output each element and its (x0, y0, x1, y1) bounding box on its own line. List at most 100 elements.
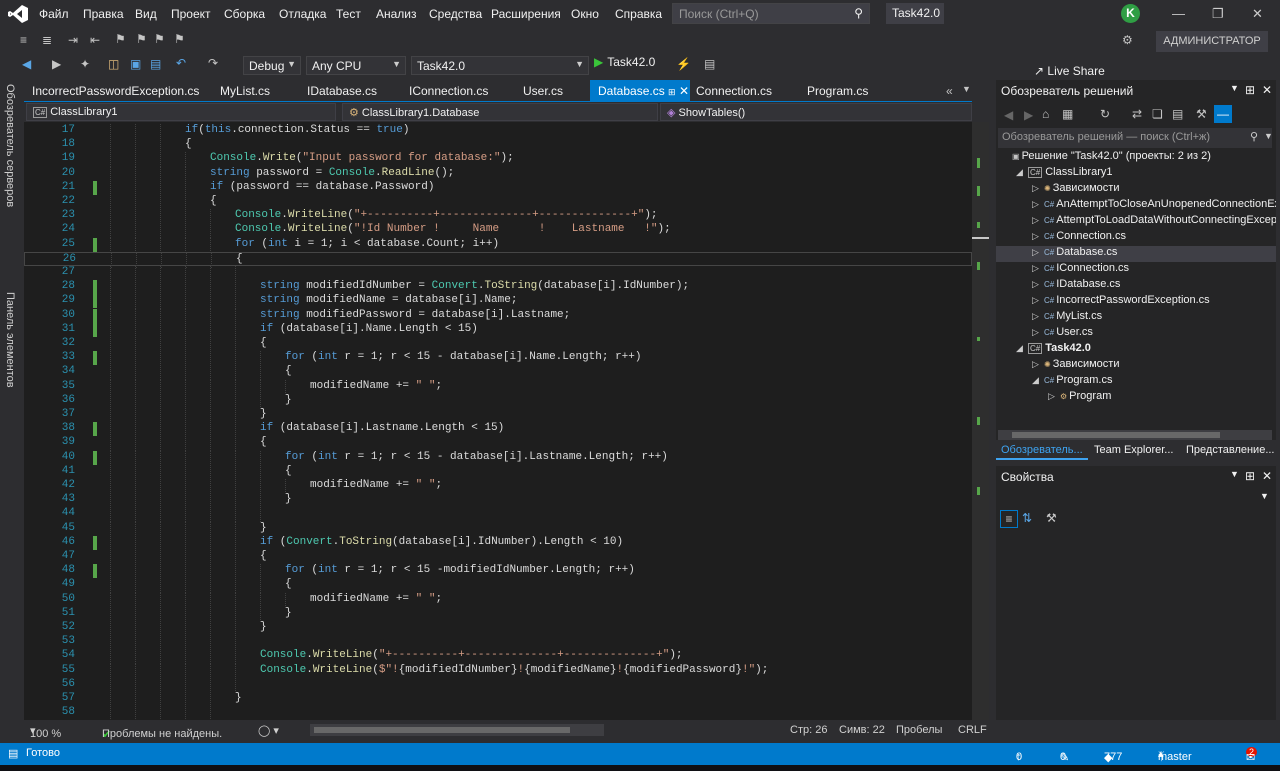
expander-icon[interactable]: ▷ (1032, 215, 1044, 226)
expander-icon[interactable]: ▷ (1032, 279, 1044, 290)
code-line[interactable]: 51} (24, 606, 972, 622)
undo-icon[interactable]: ↶ (176, 56, 186, 70)
code-line[interactable]: 48 for (int r = 1; r < 15 -modifiedIdNumb… (24, 564, 972, 580)
quick-launch-search-input[interactable]: Поиск (Ctrl+Q) ⚲ (672, 3, 870, 24)
code-line[interactable]: 38 if (database[i].Lastname.Length < 15) (24, 422, 972, 438)
outdent-icon[interactable]: ⇤ (90, 33, 100, 47)
code-line[interactable]: 19 Console.Write("Input password for data… (24, 152, 972, 168)
expander-icon[interactable]: ◢ (1032, 375, 1044, 386)
save-icon[interactable]: ▣ (130, 57, 141, 71)
tree-item[interactable]: ▷ ✺ Зависимости (996, 358, 1276, 374)
doc-tab[interactable]: Connection.cs (688, 80, 780, 102)
menu-edit[interactable]: Правка (83, 7, 124, 21)
expander-icon[interactable]: ▷ (1048, 391, 1060, 402)
start-debug-button[interactable]: ▶ Task42.0 (594, 55, 655, 69)
expander-icon[interactable]: ▷ (1032, 199, 1044, 210)
sync-icon[interactable]: ⇄ (1132, 107, 1142, 121)
menu-window[interactable]: Окно (571, 7, 599, 21)
indent-icon[interactable]: ⇥ (68, 33, 78, 47)
tree-item[interactable]: ▷ C# AttemptToLoadDataWithoutConnectingExc… (996, 214, 1276, 230)
code-line[interactable]: 23 Console.WriteLine("+----------+-------… (24, 209, 972, 225)
notifications-indicator[interactable]: ✉ 2 (1246, 747, 1258, 764)
code-line[interactable]: 22 { (24, 195, 972, 210)
tree-item[interactable]: ▷ C# Database.cs (996, 246, 1276, 262)
code-line[interactable]: 39 { (24, 436, 972, 452)
doc-tab[interactable]: Program.cs (799, 80, 876, 102)
close-icon[interactable]: ✕ (1252, 6, 1263, 22)
code-line[interactable]: 32 { (24, 337, 972, 352)
menu-file[interactable]: Файл (39, 7, 69, 21)
expander-icon[interactable]: ▷ (1032, 327, 1044, 338)
code-line[interactable]: 26 { (24, 251, 972, 268)
code-line[interactable]: 41 { (24, 464, 972, 480)
code-line[interactable]: 20 string password = Console.ReadLine(); (24, 166, 972, 182)
code-line[interactable]: 31 if (database[i].Name.Length < 15) (24, 322, 972, 338)
doc-tab[interactable]: IncorrectPasswordException.cs (24, 80, 207, 102)
zoom-select[interactable]: 100 % ▾ (30, 724, 61, 740)
menu-analyze[interactable]: Анализ (376, 7, 417, 21)
code-line[interactable]: 17 if(this.connection.Status == true) (24, 124, 972, 139)
tree-item[interactable]: ▷ C# MyList.cs (996, 310, 1276, 326)
menu-view[interactable]: Вид (135, 7, 157, 21)
properties-icon[interactable]: ⚒ (1196, 107, 1207, 121)
tab-list-icon[interactable]: ▼ (962, 84, 971, 94)
tab-overflow-icon[interactable]: « (946, 84, 953, 98)
pending-changes-icon[interactable]: ↻ (1100, 107, 1110, 121)
code-line[interactable]: 56 (24, 677, 972, 693)
scrollbar-thumb[interactable] (1012, 432, 1220, 438)
panel-menu-icon[interactable]: ▼ (1230, 83, 1239, 93)
collapse-all-icon[interactable]: ❏ (1152, 107, 1163, 121)
expander-icon[interactable]: ◢ (1016, 343, 1028, 354)
new-project-icon[interactable]: ✦ (80, 57, 90, 71)
code-line[interactable]: 25 for (int i = 1; i < database.Count; i+… (24, 237, 972, 253)
code-line[interactable]: 24 Console.WriteLine("!Id Number ! Name !… (24, 223, 972, 239)
code-line[interactable]: 37} (24, 408, 972, 423)
code-line[interactable]: 18 { (24, 138, 972, 154)
save-all-icon[interactable]: ▤ (150, 57, 161, 71)
alphabetical-icon[interactable]: ⇅ (1022, 511, 1032, 525)
expander-icon[interactable]: ▷ (1032, 295, 1044, 306)
align-icon[interactable]: ≣ (42, 33, 52, 47)
menu-project[interactable]: Проект (171, 7, 211, 21)
doc-tab-active[interactable]: Database.cs ⊞ ✕ (590, 80, 690, 102)
back-icon[interactable]: ◀ (22, 57, 31, 71)
pin-icon[interactable]: ⊞ (1245, 83, 1255, 97)
code-line[interactable]: 30 string modifiedPassword = database[i].… (24, 308, 972, 324)
code-line[interactable]: 53 (24, 635, 972, 651)
bookmark-clear-icon[interactable]: ⚑ (174, 32, 185, 46)
menu-help[interactable]: Справка (615, 7, 662, 21)
whitespace-indicator[interactable]: Пробелы (896, 724, 942, 736)
doc-tab[interactable]: MyList.cs (212, 80, 278, 102)
property-pages-icon[interactable]: ⚒ (1046, 511, 1057, 525)
code-line[interactable]: 40 for (int r = 1; r < 15 - database[i].L… (24, 450, 972, 466)
menu-test[interactable]: Тест (336, 7, 361, 21)
code-line[interactable]: 54 Console.WriteLine("+----------+-------… (24, 649, 972, 665)
expander-icon[interactable]: ▷ (1032, 359, 1044, 370)
tree-item[interactable]: ▷ C# IDatabase.cs (996, 278, 1276, 294)
code-line[interactable]: 21 if (password == database.Password) (24, 180, 972, 196)
code-line[interactable]: 33 for (int r = 1; r < 15 - database[i].N… (24, 351, 972, 367)
pin-icon[interactable]: ⊞ (1245, 469, 1255, 483)
code-line[interactable]: 29 string modifiedName = database[i].Name… (24, 294, 972, 310)
editor-vertical-scrollbar[interactable] (972, 122, 989, 720)
restore-icon[interactable]: ❐ (1212, 6, 1224, 22)
code-line[interactable]: 42 modifiedName += " "; (24, 479, 972, 494)
diagnostics-icon[interactable]: ▤ (704, 57, 715, 71)
config-select[interactable]: Debug ▼ (243, 56, 301, 75)
menu-tools[interactable]: Средства (429, 7, 482, 21)
format-icon[interactable]: ≡ (20, 33, 27, 47)
bookmark-icon[interactable]: ⚑ (115, 32, 126, 46)
code-line[interactable]: 34 { (24, 365, 972, 381)
feedback-icon[interactable]: ⚙ (1122, 33, 1133, 47)
tree-horizontal-scrollbar[interactable] (998, 430, 1272, 440)
tree-item[interactable]: ◢ C# Task42.0 (996, 342, 1276, 358)
doc-tab[interactable]: IDatabase.cs (299, 80, 385, 102)
expander-icon[interactable]: ◢ (1016, 167, 1028, 178)
expander-icon[interactable]: ▷ (1032, 311, 1044, 322)
code-line[interactable]: 36} (24, 393, 972, 409)
code-line[interactable]: 47 { (24, 550, 972, 565)
code-line[interactable]: 55 Console.WriteLine($"!{modifiedIdNumber… (24, 663, 972, 679)
redo-icon[interactable]: ↷ (208, 56, 218, 70)
account-avatar[interactable]: K (1121, 4, 1140, 23)
expander-icon[interactable]: ▷ (1032, 263, 1044, 274)
